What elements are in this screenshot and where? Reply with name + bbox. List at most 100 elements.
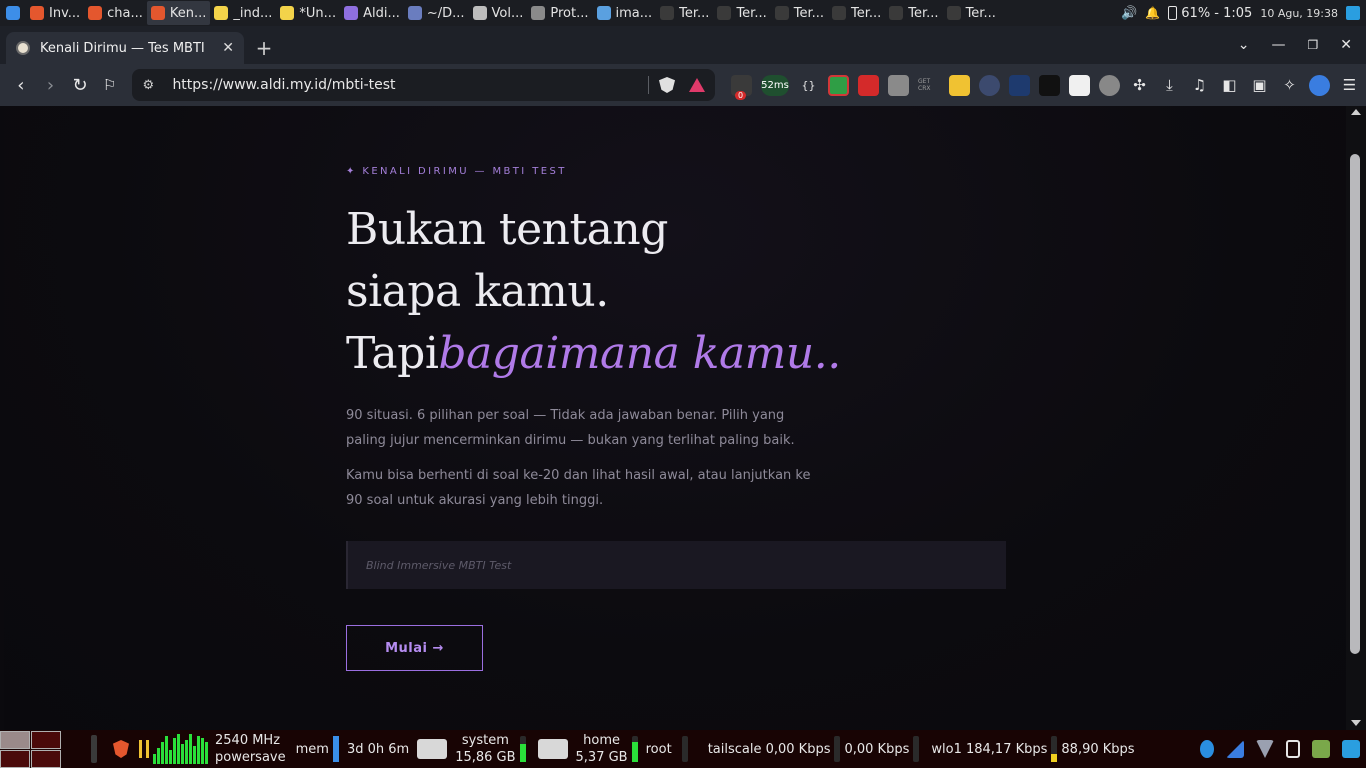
bottom-tray <box>1200 740 1366 758</box>
headline-line-1: Bukan tentang <box>346 204 668 255</box>
scrollbar-thumb[interactable] <box>1350 154 1360 654</box>
cpu-graph-bar <box>153 754 156 764</box>
bookmark-button[interactable]: ⚐ <box>95 70 125 100</box>
taskbar-item[interactable]: Ter... <box>713 1 770 25</box>
ext-blue-x-icon[interactable] <box>1009 74 1030 96</box>
taskbar-item[interactable]: Ter... <box>656 1 713 25</box>
taskbar-item-label: ~/D... <box>426 5 465 21</box>
volume-icon[interactable]: 🔊 <box>1121 6 1137 21</box>
taskbar-item[interactable]: Ter... <box>771 1 828 25</box>
taskbar-item[interactable]: Prot... <box>527 1 592 25</box>
leo-ai-icon[interactable]: ✧ <box>1279 75 1300 96</box>
taskbar-item[interactable]: ~/D... <box>404 1 469 25</box>
get-crx-icon[interactable]: GET CRX <box>918 75 940 96</box>
bookmark-icon: ⚐ <box>102 76 117 94</box>
download-icon[interactable]: ⤓ <box>1159 75 1180 96</box>
site-info-icon[interactable]: ⚙ <box>142 78 160 93</box>
back-button[interactable]: ‹ <box>6 70 36 100</box>
brave-rewards-icon[interactable] <box>689 78 705 92</box>
wifi-icon[interactable] <box>1256 740 1274 758</box>
desktop-icon[interactable] <box>1346 6 1360 20</box>
taskbar-item-label: ima... <box>615 5 653 21</box>
minimize-icon[interactable]: — <box>1272 37 1286 53</box>
taskbar-app-icon <box>344 6 359 20</box>
ext-blue-g-icon[interactable] <box>1309 74 1330 96</box>
close-window-icon[interactable]: ✕ <box>1340 37 1352 53</box>
system-meter <box>519 736 526 762</box>
reload-button[interactable]: ↻ <box>65 70 95 100</box>
cpu-graph <box>153 734 209 764</box>
ext-dark-icon[interactable] <box>1039 74 1060 96</box>
taskbar-app-icon <box>150 6 165 20</box>
name-input[interactable] <box>346 541 1006 589</box>
wallet-icon[interactable]: ▣ <box>1249 75 1270 96</box>
address-bar[interactable]: ⚙ https://www.aldi.my.id/mbti-test <box>132 69 715 101</box>
taskbar-app-icon <box>407 6 422 20</box>
forward-button[interactable]: › <box>36 70 66 100</box>
headline-accent: bagaimana kamu.. <box>438 328 841 379</box>
ext-circle-icon[interactable] <box>1099 74 1120 96</box>
taskbar-item[interactable]: *Un... <box>276 1 340 25</box>
brave-shield-icon[interactable] <box>659 77 675 93</box>
extensions-puzzle-icon[interactable]: ✣ <box>1129 75 1150 96</box>
signal-icon[interactable] <box>1226 740 1244 758</box>
taskbar-item[interactable]: Ter... <box>943 1 1000 25</box>
media-icon[interactable]: ♫ <box>1189 75 1210 96</box>
tab-close-icon[interactable]: ✕ <box>222 40 234 56</box>
taskbar-item[interactable]: Inv... <box>26 1 84 25</box>
brave-icon[interactable] <box>113 740 129 758</box>
camera-icon[interactable] <box>888 74 909 96</box>
ping-extension[interactable]: 52ms <box>761 74 789 96</box>
ext-yellow-sort-icon[interactable] <box>949 74 970 96</box>
battery-status: 61% - 1:05 <box>1181 5 1253 21</box>
desktop-2[interactable] <box>31 730 61 749</box>
taskbar-item[interactable]: Ter... <box>828 1 885 25</box>
desktop-pager[interactable] <box>0 730 61 768</box>
desktop-4[interactable] <box>31 749 61 768</box>
app-launcher[interactable] <box>0 0 26 26</box>
cpu-graph-bar <box>165 736 168 764</box>
page-scrollbar[interactable] <box>1346 106 1366 730</box>
taskbar-item[interactable]: ima... <box>593 1 657 25</box>
bluetooth-icon[interactable] <box>1200 740 1214 758</box>
start-button[interactable]: Mulai → <box>346 625 483 671</box>
panel-separator <box>91 735 97 763</box>
taskbar-item-label: Ter... <box>965 5 996 21</box>
taskbar-item[interactable]: Ken... <box>146 1 211 25</box>
menu-icon[interactable]: ☰ <box>1339 75 1360 96</box>
taskbar-item-label: Aldi... <box>363 5 400 21</box>
trash-icon[interactable] <box>1312 740 1330 758</box>
clock[interactable]: 10 Agu, 19:38 <box>1260 7 1338 20</box>
taskbar-app-icon <box>596 6 611 20</box>
home-size: 5,37 GB <box>575 750 628 765</box>
ext-red-flag-icon[interactable] <box>858 74 879 96</box>
maximize-icon[interactable]: ❐ <box>1308 38 1319 52</box>
scroll-up-icon[interactable] <box>1351 109 1361 115</box>
taskbar-item[interactable]: cha... <box>84 1 147 25</box>
cpu-graph-bar <box>169 750 172 764</box>
taskbar-item[interactable]: Ter... <box>885 1 942 25</box>
clipboard-icon[interactable] <box>1286 740 1300 758</box>
sidebar-icon[interactable]: ◧ <box>1219 75 1240 96</box>
taskbar-item[interactable]: Aldi... <box>340 1 404 25</box>
ext-white-triangle-icon[interactable] <box>1069 74 1090 96</box>
cpu-graph-bar <box>177 734 180 764</box>
cpu-graph-bar <box>201 738 204 764</box>
taskbar-item[interactable]: _ind... <box>210 1 276 25</box>
url-text[interactable]: https://www.aldi.my.id/mbti-test <box>172 77 638 93</box>
json-viewer-icon[interactable]: {} <box>798 75 819 96</box>
ext-green-red-icon[interactable] <box>828 74 849 96</box>
scroll-down-icon[interactable] <box>1351 720 1361 726</box>
monitor-icon[interactable] <box>1342 740 1360 758</box>
taskbar-item[interactable]: Vol... <box>469 1 528 25</box>
tab-search-chevron-icon[interactable]: ⌄ <box>1238 37 1250 53</box>
home-drive-stats: home 5,37 GB <box>576 732 628 766</box>
tab-kenali-dirimu[interactable]: Kenali Dirimu — Tes MBTI ✕ <box>6 32 244 64</box>
cursor-icon[interactable] <box>979 74 1000 96</box>
battery-icon[interactable] <box>1168 6 1178 20</box>
desktop-1[interactable] <box>0 730 30 749</box>
notification-bell-icon[interactable]: 🔔 <box>1145 6 1160 20</box>
ext-counter-icon[interactable]: 0 <box>731 74 752 100</box>
new-tab-button[interactable]: + <box>248 32 280 64</box>
desktop-3[interactable] <box>0 749 30 768</box>
